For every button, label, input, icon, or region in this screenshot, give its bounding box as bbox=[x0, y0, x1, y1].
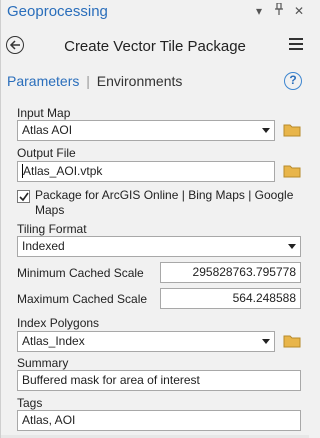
output-file-label: Output File bbox=[17, 146, 76, 160]
tiling-format-label: Tiling Format bbox=[17, 222, 87, 236]
pin-icon[interactable]: ▾ bbox=[253, 3, 265, 19]
tool-title: Create Vector Tile Package bbox=[64, 38, 246, 55]
summary-value: Buffered mask for area of interest bbox=[22, 373, 200, 387]
min-scale-value: 295828763.795778 bbox=[192, 265, 296, 279]
pane-title: Geoprocessing bbox=[7, 3, 108, 20]
summary-input[interactable]: Buffered mask for area of interest bbox=[17, 370, 301, 391]
index-polygons-dropdown[interactable]: Atlas_Index bbox=[17, 331, 275, 352]
max-scale-label: Maximum Cached Scale bbox=[17, 292, 148, 306]
hamburger-menu-icon[interactable] bbox=[289, 38, 303, 52]
min-scale-label: Minimum Cached Scale bbox=[17, 266, 144, 280]
autohide-icon[interactable] bbox=[273, 2, 285, 19]
tool-header: Create Vector Tile Package bbox=[1, 30, 309, 62]
tool-tabs: Parameters | Environments bbox=[7, 73, 182, 89]
tab-parameters[interactable]: Parameters bbox=[7, 73, 79, 89]
close-icon[interactable]: ✕ bbox=[293, 3, 305, 19]
output-file-value: Atlas_AOI.vtpk bbox=[22, 164, 103, 178]
summary-label: Summary bbox=[17, 356, 69, 370]
tab-environments[interactable]: Environments bbox=[97, 73, 183, 89]
tags-input[interactable]: Atlas, AOI bbox=[17, 410, 301, 431]
input-map-dropdown[interactable]: Atlas AOI bbox=[17, 120, 275, 141]
min-scale-input[interactable]: 295828763.795778 bbox=[160, 262, 301, 283]
chevron-down-icon bbox=[262, 128, 270, 133]
folder-icon[interactable] bbox=[283, 164, 301, 178]
package-online-checkbox[interactable] bbox=[17, 190, 30, 203]
chevron-down-icon bbox=[288, 244, 296, 249]
tiling-format-value: Indexed bbox=[22, 239, 65, 253]
index-polygons-label: Index Polygons bbox=[17, 316, 100, 330]
tags-label: Tags bbox=[17, 396, 43, 410]
output-file-input[interactable]: Atlas_AOI.vtpk bbox=[17, 161, 275, 182]
pane-titlebar: Geoprocessing ▾ ✕ bbox=[1, 0, 309, 24]
folder-icon[interactable] bbox=[283, 334, 301, 348]
folder-icon[interactable] bbox=[283, 123, 301, 137]
package-online-label: Package for ArcGIS Online | Bing Maps | … bbox=[35, 188, 294, 217]
pane-window-controls: ▾ ✕ bbox=[253, 2, 305, 19]
chevron-down-icon bbox=[262, 339, 270, 344]
max-scale-value: 564.248588 bbox=[232, 291, 296, 305]
geoprocessing-pane: Geoprocessing ▾ ✕ Create Vector Tile Pac… bbox=[0, 0, 309, 438]
input-map-value: Atlas AOI bbox=[22, 123, 73, 137]
tags-value: Atlas, AOI bbox=[22, 413, 76, 427]
index-polygons-value: Atlas_Index bbox=[22, 334, 85, 348]
tab-separator: | bbox=[86, 73, 90, 89]
input-map-label: Input Map bbox=[17, 106, 71, 120]
help-icon[interactable]: ? bbox=[284, 72, 302, 90]
max-scale-input[interactable]: 564.248588 bbox=[160, 288, 301, 309]
tiling-format-dropdown[interactable]: Indexed bbox=[17, 236, 301, 257]
